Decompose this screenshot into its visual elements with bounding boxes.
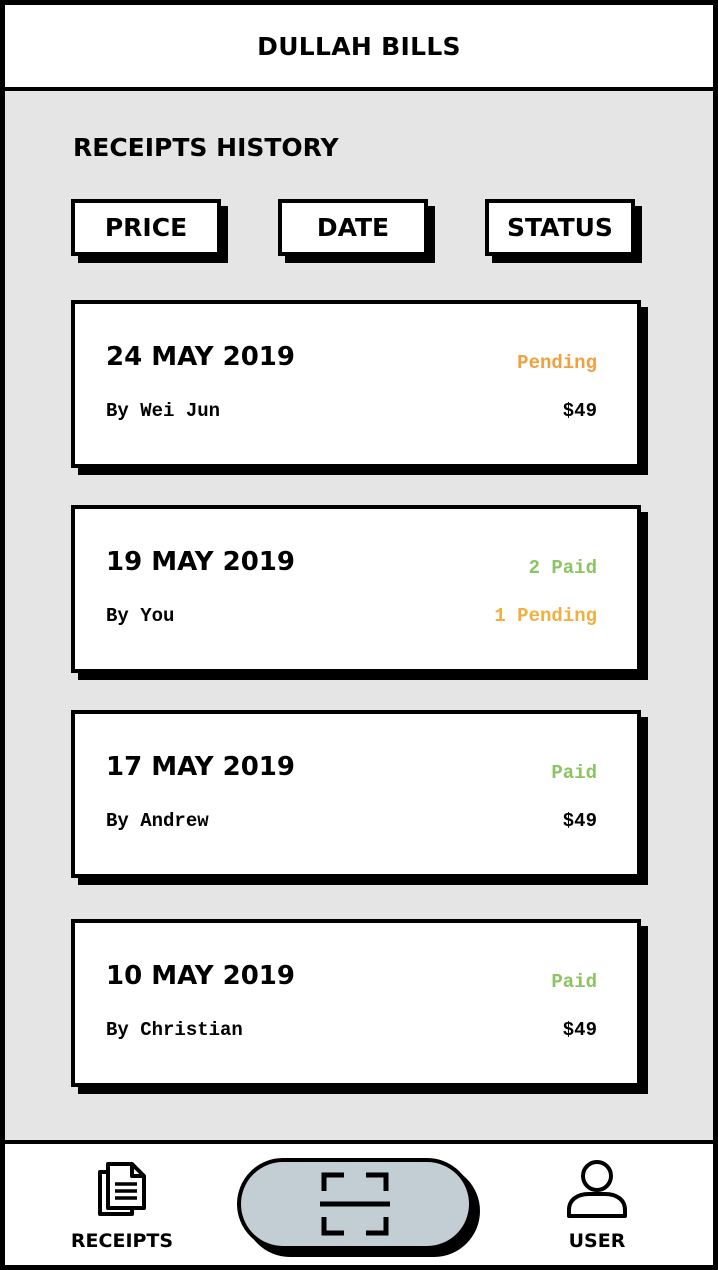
receipt-status: Pending — [517, 352, 597, 374]
receipt-amount: $49 — [562, 1019, 597, 1041]
receipt-status: Paid — [551, 971, 597, 993]
app-frame: DULLAH BILLS RECEIPTS HISTORY PRICE DATE… — [0, 0, 718, 1270]
receipt-date: 10 MAY 2019 — [106, 961, 295, 991]
scan-icon — [320, 1172, 390, 1236]
sort-price-button[interactable]: PRICE — [71, 199, 221, 256]
receipt-card[interactable]: 10 MAY 2019 By Christian Paid $49 — [71, 919, 641, 1087]
documents-icon — [98, 1162, 146, 1216]
user-icon — [567, 1160, 627, 1218]
app-header: DULLAH BILLS — [5, 5, 713, 91]
receipt-card[interactable]: 19 MAY 2019 By You 2 Paid 1 Pending — [71, 505, 641, 673]
app-title: DULLAH BILLS — [257, 31, 461, 61]
receipt-amount: $49 — [562, 400, 597, 422]
nav-user-label: USER — [568, 1230, 626, 1252]
receipt-author: By Andrew — [106, 810, 209, 832]
receipt-card[interactable]: 24 MAY 2019 By Wei Jun Pending $49 — [71, 300, 641, 468]
receipt-date: 24 MAY 2019 — [106, 342, 295, 372]
nav-receipts-label: RECEIPTS — [70, 1230, 174, 1252]
receipt-author: By Wei Jun — [106, 400, 221, 422]
receipt-date: 19 MAY 2019 — [106, 547, 295, 577]
sort-date-button[interactable]: DATE — [278, 199, 428, 256]
page-title: RECEIPTS HISTORY — [73, 133, 339, 162]
sort-status-button[interactable]: STATUS — [485, 199, 635, 256]
nav-receipts[interactable]: RECEIPTS — [57, 1158, 187, 1258]
receipt-amount: $49 — [562, 810, 597, 832]
receipt-status: 2 Paid — [528, 557, 597, 579]
receipt-author: By Christian — [106, 1019, 243, 1041]
receipt-status: Paid — [551, 762, 597, 784]
scan-button[interactable] — [237, 1158, 473, 1250]
receipt-author: By You — [106, 605, 175, 627]
bottom-nav-bar: RECEIPTS USER — [5, 1140, 713, 1265]
receipt-amount: 1 Pending — [494, 605, 597, 627]
nav-user[interactable]: USER — [532, 1158, 662, 1258]
receipt-date: 17 MAY 2019 — [106, 752, 295, 782]
receipt-card[interactable]: 17 MAY 2019 By Andrew Paid $49 — [71, 710, 641, 878]
